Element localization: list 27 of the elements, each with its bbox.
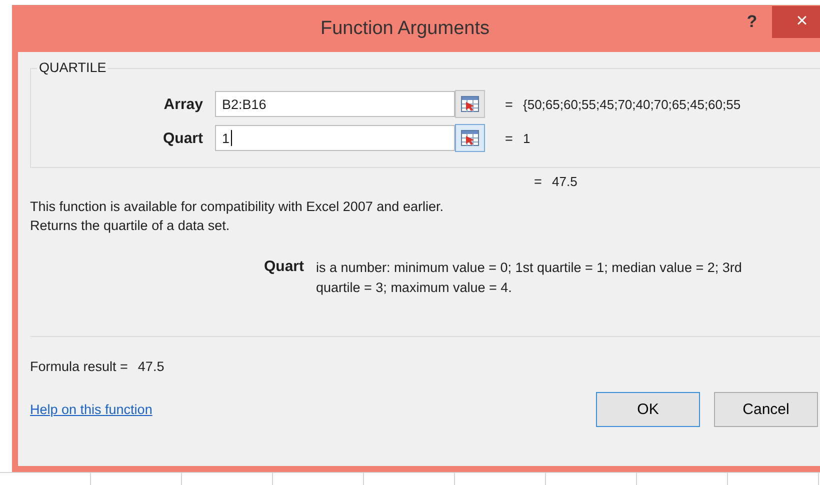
ok-button[interactable]: OK <box>596 392 700 427</box>
equals-sign: = <box>505 130 514 146</box>
function-result: 47.5 <box>552 174 578 189</box>
argument-label: Quart <box>162 130 204 146</box>
function-name: QUARTILE <box>37 60 108 75</box>
window-title: Function Arguments <box>320 18 490 40</box>
cancel-button[interactable]: Cancel <box>714 392 818 427</box>
formula-result-value: 47.5 <box>138 359 164 374</box>
argument-help-label: Quart <box>264 258 304 277</box>
range-picker-icon <box>461 96 479 112</box>
argument-field[interactable]: 1 <box>215 125 455 151</box>
argument-help-text: is a number: minimum value = 0; 1st quartile = 1; median value = 2; 3rd quartile = 3; maximum value = 4. <box>316 259 743 297</box>
argument-field[interactable]: B2:B16 <box>215 91 455 117</box>
help-button[interactable]: ? <box>732 6 772 38</box>
help-link[interactable]: Help on this function <box>30 402 596 417</box>
function-description: Returns the quartile of a data set. <box>30 217 231 235</box>
function-description: This function is available for compatibility with Excel 2007 and earlier. <box>30 198 444 216</box>
formula-result-label: Formula result = <box>30 359 128 374</box>
argument-value: {50;65;60;55;45;70;40;70;65;45;60;55 <box>523 96 741 112</box>
range-picker-icon <box>461 130 479 146</box>
range-picker-button[interactable] <box>455 90 485 118</box>
close-button[interactable]: × <box>772 6 820 38</box>
range-picker-button[interactable] <box>455 124 485 152</box>
equals-sign: = <box>534 174 543 189</box>
equals-sign: = <box>505 96 514 112</box>
argument-label: Array <box>162 96 204 112</box>
argument-value: 1 <box>523 130 530 146</box>
